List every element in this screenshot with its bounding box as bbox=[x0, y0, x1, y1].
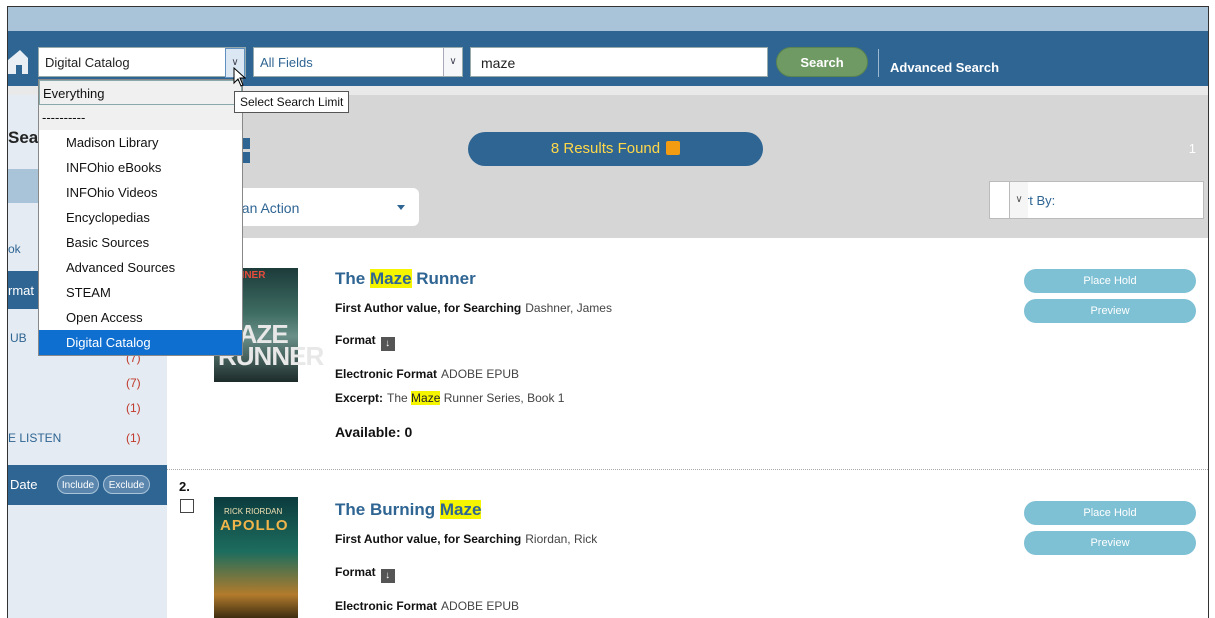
advanced-search-link[interactable]: Advanced Search bbox=[890, 60, 999, 75]
dropdown-option[interactable]: Advanced Sources bbox=[39, 255, 242, 280]
dropdown-option[interactable]: Basic Sources bbox=[39, 230, 242, 255]
top-band bbox=[8, 7, 1208, 31]
book-cover[interactable]: RICK RIORDAN APOLLO bbox=[214, 497, 298, 618]
rss-icon[interactable] bbox=[666, 141, 681, 155]
sidebar-item-listen[interactable]: E LISTEN bbox=[8, 431, 61, 445]
dropdown-option[interactable]: INFOhio Videos bbox=[39, 180, 242, 205]
sidebar-date-label: Date bbox=[10, 477, 38, 492]
search-input[interactable]: maze bbox=[470, 47, 768, 77]
results-found-banner: 8 Results Found bbox=[468, 132, 763, 166]
search-field-value: All Fields bbox=[260, 55, 313, 70]
format-line[interactable]: Format ↓ bbox=[335, 333, 395, 351]
search-limit-dropdown: Everything ---------- Madison Library IN… bbox=[38, 79, 243, 356]
sidebar-item-ebook[interactable]: ok bbox=[8, 242, 21, 256]
author-line: First Author value, for Searching Dashner… bbox=[335, 301, 612, 315]
cover-title: APOLLO bbox=[220, 517, 289, 534]
home-icon[interactable] bbox=[8, 48, 28, 74]
search-button[interactable]: Search bbox=[776, 47, 868, 77]
search-field-select[interactable]: All Fields ∨ bbox=[253, 47, 463, 77]
search-bar: Digital Catalog ∨ All Fields ∨ maze Sear… bbox=[8, 31, 1208, 86]
place-hold-button[interactable]: Place Hold bbox=[1024, 269, 1196, 293]
preview-button[interactable]: Preview bbox=[1024, 299, 1196, 323]
electronic-format-line: Electronic Format ADOBE EPUB bbox=[335, 367, 520, 381]
facet-count: (1) bbox=[126, 401, 141, 415]
dropdown-option[interactable]: INFOhio eBooks bbox=[39, 155, 242, 180]
result-item: 2. RICK RIORDAN APOLLO The Burning Maze … bbox=[167, 469, 1208, 618]
include-button[interactable]: Include bbox=[57, 475, 99, 494]
result-item: DASHNER MAZE RUNNER The Maze Runner Firs… bbox=[167, 238, 1208, 469]
sidebar-format-label: rmat bbox=[8, 283, 34, 298]
dropdown-option[interactable]: Open Access bbox=[39, 305, 242, 330]
result-number: 2. bbox=[179, 479, 190, 494]
dropdown-option[interactable]: STEAM bbox=[39, 280, 242, 305]
search-limit-value: Digital Catalog bbox=[45, 55, 130, 70]
action-select[interactable]: ct an Action bbox=[227, 188, 419, 226]
availability: Available: 0 bbox=[335, 424, 413, 440]
format-line[interactable]: Format ↓ bbox=[335, 565, 395, 583]
facet-count: (7) bbox=[126, 376, 141, 390]
preview-button[interactable]: Preview bbox=[1024, 531, 1196, 555]
tooltip: Select Search Limit bbox=[234, 91, 350, 113]
results-toolbar: 8 Results Found 1 ct an Action Sort By: … bbox=[167, 95, 1208, 238]
chevron-down-icon[interactable]: ∨ bbox=[1009, 182, 1028, 218]
page-number[interactable]: 1 bbox=[1189, 141, 1196, 156]
author-line: First Author value, for Searching Riordan… bbox=[335, 532, 598, 546]
facet-count: (1) bbox=[126, 431, 141, 445]
result-title[interactable]: The Maze Runner bbox=[335, 269, 476, 289]
exclude-button[interactable]: Exclude bbox=[103, 475, 150, 494]
cover-author: RICK RIORDAN bbox=[224, 507, 283, 516]
dropdown-separator: ---------- bbox=[39, 105, 242, 130]
divider bbox=[878, 49, 879, 77]
dropdown-option[interactable]: Madison Library bbox=[39, 130, 242, 155]
sidebar-item-epub[interactable]: UB bbox=[10, 331, 27, 345]
results-found-text: 8 Results Found bbox=[550, 140, 661, 157]
download-icon: ↓ bbox=[380, 569, 395, 583]
sort-by-select[interactable]: Sort By: ∨ bbox=[989, 181, 1204, 219]
download-icon: ↓ bbox=[380, 337, 395, 351]
electronic-format-line: Electronic Format ADOBE EPUB bbox=[335, 599, 520, 613]
search-query-text: maze bbox=[481, 55, 516, 71]
excerpt-line: Excerpt: The Maze Runner Series, Book 1 bbox=[335, 391, 565, 405]
result-checkbox[interactable] bbox=[180, 499, 194, 513]
mouse-cursor-icon bbox=[233, 67, 247, 87]
caret-down-icon bbox=[397, 205, 405, 210]
place-hold-button[interactable]: Place Hold bbox=[1024, 501, 1196, 525]
dropdown-option-selected[interactable]: Digital Catalog bbox=[39, 330, 242, 355]
chevron-down-icon[interactable]: ∨ bbox=[443, 48, 462, 76]
dropdown-option[interactable]: Encyclopedias bbox=[39, 205, 242, 230]
search-limit-select[interactable]: Digital Catalog ∨ bbox=[38, 47, 246, 78]
dropdown-option[interactable]: Everything bbox=[39, 80, 242, 105]
sidebar-date-header: Date Include Exclude bbox=[8, 465, 167, 505]
result-title[interactable]: The Burning Maze bbox=[335, 500, 482, 520]
app-frame: Digital Catalog ∨ All Fields ∨ maze Sear… bbox=[7, 6, 1209, 618]
